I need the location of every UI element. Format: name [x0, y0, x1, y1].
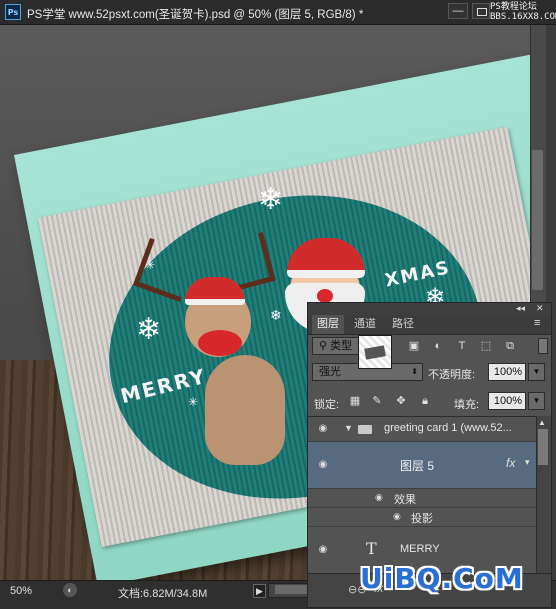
reindeer-body [205, 355, 285, 465]
photoshop-app-icon: Ps [5, 4, 21, 20]
status-menu-arrow-icon[interactable]: ▶ [253, 584, 266, 598]
zoom-level[interactable]: 50% [10, 585, 32, 597]
search-icon: ⚲ [319, 340, 331, 352]
tab-channels[interactable]: 通道 [349, 315, 381, 334]
opacity-dropdown-icon[interactable]: ▼ [528, 363, 545, 381]
panel-tabs [308, 315, 551, 335]
panel-header [308, 303, 551, 315]
visibility-eye-icon[interactable]: ◉ [375, 492, 383, 503]
restore-button[interactable] [472, 3, 490, 19]
tab-paths[interactable]: 路径 [388, 315, 418, 334]
lock-all-icon[interactable]: 🔒︎ [418, 394, 432, 408]
status-info-icon[interactable]: ◐ [63, 583, 77, 597]
document-title: PS学堂 www.52psxt.com(圣诞贺卡).psd @ 50% (图层 … [27, 9, 364, 21]
lock-position-move-icon[interactable]: ✥ [394, 394, 408, 408]
panel-menu-icon[interactable]: ≡ [534, 317, 540, 329]
layer-group-row[interactable]: ◉ ▼ greeting card 1 (www.52... [308, 417, 536, 442]
snowflake-icon: ✳ [188, 395, 199, 409]
close-panel-icon[interactable]: ✕ [536, 303, 544, 314]
chevron-down-icon[interactable]: ▾ [525, 457, 530, 468]
visibility-eye-icon[interactable]: ◉ [316, 460, 330, 470]
opacity-label: 不透明度: [428, 369, 476, 381]
filter-kind-value: 类型 [330, 340, 353, 352]
tab-layers[interactable]: 图层 [312, 315, 344, 334]
restore-icon [477, 8, 487, 16]
santa-nose [317, 289, 333, 303]
reindeer-nose [198, 330, 242, 356]
layer-name: 图层 5 [400, 459, 435, 473]
visibility-eye-icon[interactable]: ◉ [393, 511, 401, 522]
drop-shadow-label: 投影 [411, 513, 433, 525]
site-watermark-logo: UiBQ.CoM [360, 562, 524, 595]
folder-icon [358, 425, 372, 434]
canvas-scroll-thumb[interactable] [532, 150, 543, 290]
snowflake-icon: ❄ [270, 308, 282, 324]
opacity-input[interactable]: 100% [488, 363, 526, 381]
adjustment-filter-icon[interactable]: ◐ [431, 339, 445, 353]
layer-thumbnail[interactable] [358, 335, 392, 369]
chevron-down-icon[interactable]: ▼ [344, 423, 353, 433]
type-filter-icon[interactable]: T [455, 339, 469, 353]
forum-watermark: PS教程论坛 BBS.16XX8.COM [490, 2, 556, 22]
lock-label: 锁定: [314, 399, 340, 411]
drop-shadow-row[interactable]: ◉ 投影 [308, 508, 536, 527]
fill-dropdown-icon[interactable]: ▼ [528, 392, 545, 410]
fill-label: 填充: [454, 399, 480, 411]
blend-mode-value: 强光 [319, 366, 341, 378]
collapse-panel-icon[interactable]: ◂◂ [516, 303, 525, 314]
filter-toggle[interactable] [538, 338, 548, 354]
layer-list: ◉ ▼ greeting card 1 (www.52... ◉ 图层 5 fx… [308, 416, 536, 582]
effects-label: 效果 [394, 494, 416, 506]
fx-badge[interactable]: fx [506, 456, 515, 470]
fill-input[interactable]: 100% [488, 392, 526, 410]
text-layer-icon: T [366, 539, 377, 558]
smart-object-filter-icon[interactable]: ⧉ [503, 339, 517, 353]
minimize-button[interactable]: — [448, 3, 468, 19]
snowflake-icon: ✳ [145, 258, 156, 272]
group-name: greeting card 1 (www.52... [384, 422, 512, 434]
layer-name: MERRY [400, 543, 440, 555]
snowflake-icon: ❄ [258, 182, 284, 217]
visibility-eye-icon[interactable]: ◉ [316, 424, 330, 434]
effects-row[interactable]: ◉ 效果 [308, 489, 536, 508]
scroll-up-icon[interactable]: ▲ [538, 418, 546, 427]
shape-filter-icon[interactable]: ⬚ [479, 339, 493, 353]
visibility-eye-icon[interactable]: ◉ [316, 545, 330, 555]
lock-transparency-icon[interactable]: ▦ [348, 394, 362, 408]
pixel-filter-icon[interactable]: ▣ [407, 339, 421, 353]
snowflake-icon: ❄ [136, 312, 162, 347]
lock-image-brush-icon[interactable]: ✎ [370, 394, 384, 408]
layer-row-selected[interactable]: ◉ 图层 5 fx ▾ [308, 442, 536, 489]
layer-list-scroll-thumb[interactable] [538, 429, 548, 465]
chevron-updown-icon: ⬍ [411, 367, 418, 376]
document-size: 文档:6.82M/34.8M [118, 588, 208, 600]
